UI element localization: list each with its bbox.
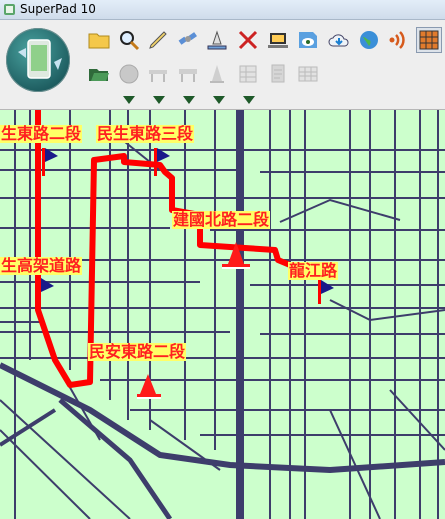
cone-marker-icon xyxy=(137,374,161,399)
ruler-icon[interactable] xyxy=(205,28,229,52)
road-label: 龍江路 xyxy=(288,261,339,280)
dropdown-arrow-icon[interactable] xyxy=(183,96,195,104)
dropdown-arrow-icon[interactable] xyxy=(123,96,135,104)
road-label: 生東路二段 xyxy=(0,124,83,143)
toolbar xyxy=(0,20,445,110)
globe-icon[interactable] xyxy=(357,28,381,52)
app-logo[interactable] xyxy=(6,28,70,92)
document-icon xyxy=(266,62,290,86)
phone-map-icon xyxy=(18,39,62,79)
barrier-alt-icon xyxy=(176,62,200,86)
satellite-icon[interactable] xyxy=(176,28,200,52)
road-label: 生高架道路 xyxy=(0,256,83,275)
folder-open-icon[interactable] xyxy=(87,62,111,86)
road-label: 建國北路二段 xyxy=(172,210,271,229)
title-bar: SuperPad 10 xyxy=(0,0,445,20)
road-label: 民生東路三段 xyxy=(96,124,195,143)
close-tools-icon[interactable] xyxy=(236,28,260,52)
cone-icon xyxy=(205,62,229,86)
road-label: 民安東路二段 xyxy=(88,342,187,361)
circle-icon xyxy=(117,62,141,86)
laptop-icon[interactable] xyxy=(266,28,290,52)
cloud-download-icon[interactable] xyxy=(327,28,351,52)
dropdown-arrow-icon[interactable] xyxy=(243,96,255,104)
map-eye-icon[interactable] xyxy=(296,28,320,52)
dropdown-arrow-icon[interactable] xyxy=(153,96,165,104)
road-network xyxy=(0,110,445,519)
spreadsheet-icon xyxy=(296,62,320,86)
pen-icon[interactable] xyxy=(146,28,170,52)
app-icon xyxy=(4,4,15,15)
barrier-icon xyxy=(146,62,170,86)
table-icon xyxy=(236,62,260,86)
route-flag-icon xyxy=(42,148,58,176)
map-canvas[interactable]: 生東路二段 民生東路三段 建國北路二段 龍江路 生高架道路 民安東路二段 xyxy=(0,110,445,519)
grid-icon[interactable] xyxy=(416,27,442,53)
window-title: SuperPad 10 xyxy=(20,2,96,16)
dropdown-arrow-icon[interactable] xyxy=(213,96,225,104)
signal-icon[interactable] xyxy=(387,28,411,52)
open-folder-icon[interactable] xyxy=(87,28,111,52)
search-icon[interactable] xyxy=(117,28,141,52)
